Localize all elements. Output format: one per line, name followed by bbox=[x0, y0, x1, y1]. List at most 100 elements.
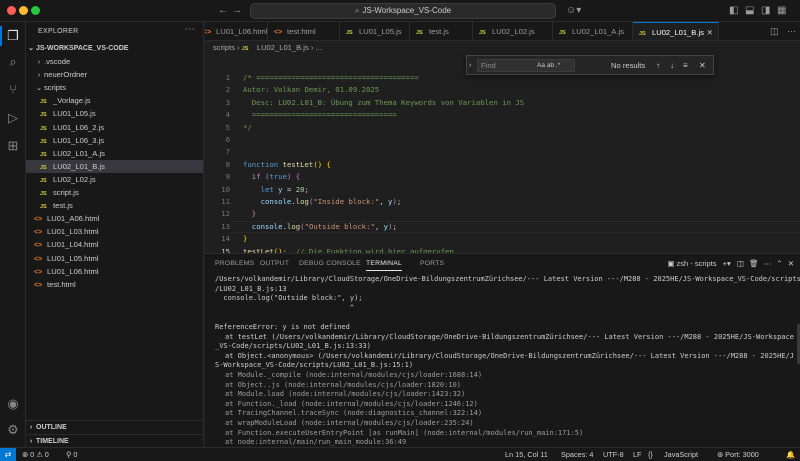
tree-item[interactable]: › .vscode bbox=[26, 55, 203, 68]
split-editor-icon[interactable]: ◫ bbox=[770, 26, 779, 36]
panel-tab-debug-console[interactable]: DEBUG CONSOLE bbox=[299, 258, 361, 270]
tree-item[interactable]: JS script.js bbox=[26, 186, 203, 199]
more-actions-icon[interactable]: ⋯ bbox=[764, 259, 772, 268]
terminal-name[interactable]: zsh - scripts bbox=[677, 259, 717, 268]
toggle-panel-icon[interactable]: ⬓ bbox=[745, 4, 754, 18]
previous-match-icon[interactable]: ↑ bbox=[656, 59, 660, 72]
panel-tab-ports[interactable]: PORTS bbox=[420, 258, 444, 270]
notifications-bell-icon[interactable]: 🔔 bbox=[786, 448, 795, 461]
toggle-secondary-sidebar-icon[interactable]: ◨ bbox=[761, 4, 770, 18]
find-status: No results bbox=[611, 61, 646, 70]
tree-item[interactable]: JS LU01_L06_3.js bbox=[26, 134, 203, 147]
tree-item[interactable]: JS LU01_L05.js bbox=[26, 107, 203, 120]
copilot-icon[interactable]: ☺▾ bbox=[566, 4, 581, 18]
html-file-icon: <> bbox=[34, 242, 43, 250]
find-options[interactable]: Aa ab .* bbox=[537, 59, 560, 72]
extensions-icon[interactable]: ⊞ bbox=[0, 138, 26, 154]
toggle-primary-sidebar-icon[interactable]: ◧ bbox=[729, 4, 738, 18]
toggle-replace-icon[interactable]: › bbox=[469, 59, 471, 72]
language-mode[interactable]: JavaScript bbox=[664, 448, 698, 461]
command-center-search[interactable]: ⌕ JS-Workspace_VS-Code bbox=[250, 3, 556, 19]
timeline-section[interactable]: › TIMELINE bbox=[26, 434, 203, 447]
terminal-text: at TracingChannel.traceSync (node:diagno… bbox=[225, 409, 483, 418]
code-line: 3 Desc: LU02.L01_B: Übung zum Thema Keyw… bbox=[205, 97, 800, 108]
tree-item[interactable]: <> test.html bbox=[26, 278, 203, 291]
port-status[interactable]: ⊛ Port: 3000 bbox=[717, 448, 759, 461]
kill-terminal-icon[interactable]: 🗑 bbox=[749, 259, 759, 268]
ports-status[interactable]: ⚲ 0 bbox=[66, 448, 77, 461]
minimize-window-button[interactable] bbox=[19, 6, 28, 15]
next-match-icon[interactable]: ↓ bbox=[670, 59, 674, 72]
outline-section[interactable]: › OUTLINE bbox=[26, 420, 203, 433]
code-text: console.log("Outside block:", y); bbox=[243, 221, 397, 232]
customize-layout-icon[interactable]: ▦ bbox=[777, 4, 786, 18]
find-in-selection-icon[interactable]: ≡ bbox=[683, 59, 688, 72]
tree-item[interactable]: JS LU02_L02.js bbox=[26, 173, 203, 186]
remote-indicator-icon[interactable]: ⇄ bbox=[0, 448, 16, 461]
forward-arrow-icon[interactable]: → bbox=[232, 4, 242, 18]
tab-lu01-l05-js[interactable]: JS LU01_L05.js bbox=[340, 22, 410, 40]
tree-item[interactable]: JS LU02_L01_B.js bbox=[26, 159, 203, 173]
search-icon[interactable]: ⌕ bbox=[0, 54, 26, 70]
back-arrow-icon[interactable]: ← bbox=[218, 4, 228, 18]
zoom-window-button[interactable] bbox=[31, 6, 40, 15]
close-icon[interactable]: ✕ bbox=[788, 259, 794, 268]
source-control-icon[interactable]: ⑂ bbox=[0, 82, 26, 98]
more-actions-icon[interactable]: ⋯ bbox=[185, 24, 195, 35]
tree-item[interactable]: JS test.js bbox=[26, 199, 203, 212]
explorer-sidebar: EXPLORER ⋯ ⌄ JS-WORKSPACE_VS-CODE › .vscod… bbox=[26, 22, 204, 447]
split-terminal-icon[interactable]: ◫ bbox=[737, 259, 744, 268]
tab-lu01-l06-html[interactable]: <> LU01_L06.html bbox=[205, 22, 268, 40]
tab-label: test.js bbox=[429, 27, 449, 36]
code-token: } bbox=[243, 234, 248, 244]
breadcrumb-more[interactable]: ... bbox=[316, 43, 322, 52]
tree-item[interactable]: <> LU01_A06.html bbox=[26, 212, 203, 225]
tree-item[interactable]: JS LU01_L06_2.js bbox=[26, 121, 203, 134]
indentation-status[interactable]: Spaces: 4 bbox=[561, 448, 593, 461]
encoding-status[interactable]: UTF-8 bbox=[603, 448, 624, 461]
tree-item[interactable]: <> LU01_L06.html bbox=[26, 265, 203, 278]
tab-lu02-l02-js[interactable]: JS LU02_L02.js bbox=[473, 22, 553, 40]
workspace-root[interactable]: ⌄ JS-WORKSPACE_VS-CODE bbox=[26, 42, 203, 55]
tab-lu02-l01-b-js[interactable]: JS LU02_L01_B.js ✕ bbox=[633, 22, 719, 40]
line-number: 4 bbox=[225, 110, 230, 120]
tree-item-label: LU01_A06.html bbox=[47, 214, 100, 224]
run-debug-icon[interactable]: ▷ bbox=[0, 110, 26, 126]
more-actions-icon[interactable]: ⋯ bbox=[787, 26, 796, 36]
manage-gear-icon[interactable]: ⚙ bbox=[0, 422, 26, 438]
files-icon[interactable]: ❐ bbox=[0, 28, 26, 44]
new-terminal-icon[interactable]: +▾ bbox=[723, 259, 731, 268]
panel-tab-output[interactable]: OUTPUT bbox=[260, 258, 289, 270]
line-number: 6 bbox=[225, 135, 230, 144]
panel-tab-problems[interactable]: PROBLEMS bbox=[215, 258, 254, 270]
tab-lu02-l01-a-js[interactable]: JS LU02_L01_A.js bbox=[553, 22, 633, 40]
terminal-text: console.log("Outside block:", y); bbox=[215, 294, 363, 303]
tab-test-js[interactable]: JS test.js bbox=[410, 22, 473, 40]
tree-item[interactable]: JS _Vorlage.js bbox=[26, 94, 203, 107]
cursor-position[interactable]: Ln 15, Col 11 bbox=[505, 448, 548, 461]
breadcrumb-folder[interactable]: scripts bbox=[213, 43, 235, 52]
terminal-line: at Module.load (node:internal/modules/cj… bbox=[225, 389, 465, 399]
tree-item[interactable]: <> LU01_L03.html bbox=[26, 225, 203, 238]
tree-item[interactable]: <> LU01_L05.html bbox=[26, 252, 203, 265]
problems-status[interactable]: ⊗ 0 ⚠ 0 bbox=[22, 448, 49, 461]
account-icon[interactable]: ◉ bbox=[0, 396, 26, 412]
panel-tab-terminal[interactable]: TERMINAL bbox=[366, 258, 402, 271]
eol-status[interactable]: LF bbox=[633, 448, 642, 461]
close-window-button[interactable] bbox=[7, 6, 16, 15]
tree-item[interactable]: › neuerOrdner bbox=[26, 68, 203, 81]
breadcrumb-file[interactable]: LU02_L01_B.js bbox=[257, 43, 309, 52]
close-icon[interactable]: ✕ bbox=[699, 59, 706, 72]
tab-test-html[interactable]: <> test.html bbox=[268, 22, 340, 40]
tree-item-label: LU01_L06_2.js bbox=[53, 122, 105, 132]
tree-item[interactable]: JS LU02_L01_A.js bbox=[26, 147, 203, 160]
status-bar: ⇄ ⊗ 0 ⚠ 0 ⚲ 0 Ln 15, Col 11 Spaces: 4 UT… bbox=[0, 447, 800, 461]
broadcast-icon: ⊛ bbox=[717, 450, 726, 459]
maximize-panel-icon[interactable]: ⌃ bbox=[776, 259, 782, 268]
tree-item[interactable]: <> LU01_L04.html bbox=[26, 238, 203, 251]
breadcrumb: scripts › JS LU02_L01_B.js › ... bbox=[205, 41, 800, 55]
terminal-text: ReferenceError: y is not defined bbox=[215, 323, 350, 331]
tree-item[interactable]: ⌄ scripts bbox=[26, 81, 203, 94]
code-line: 7 bbox=[205, 146, 800, 157]
close-icon[interactable]: ✕ bbox=[707, 23, 713, 40]
